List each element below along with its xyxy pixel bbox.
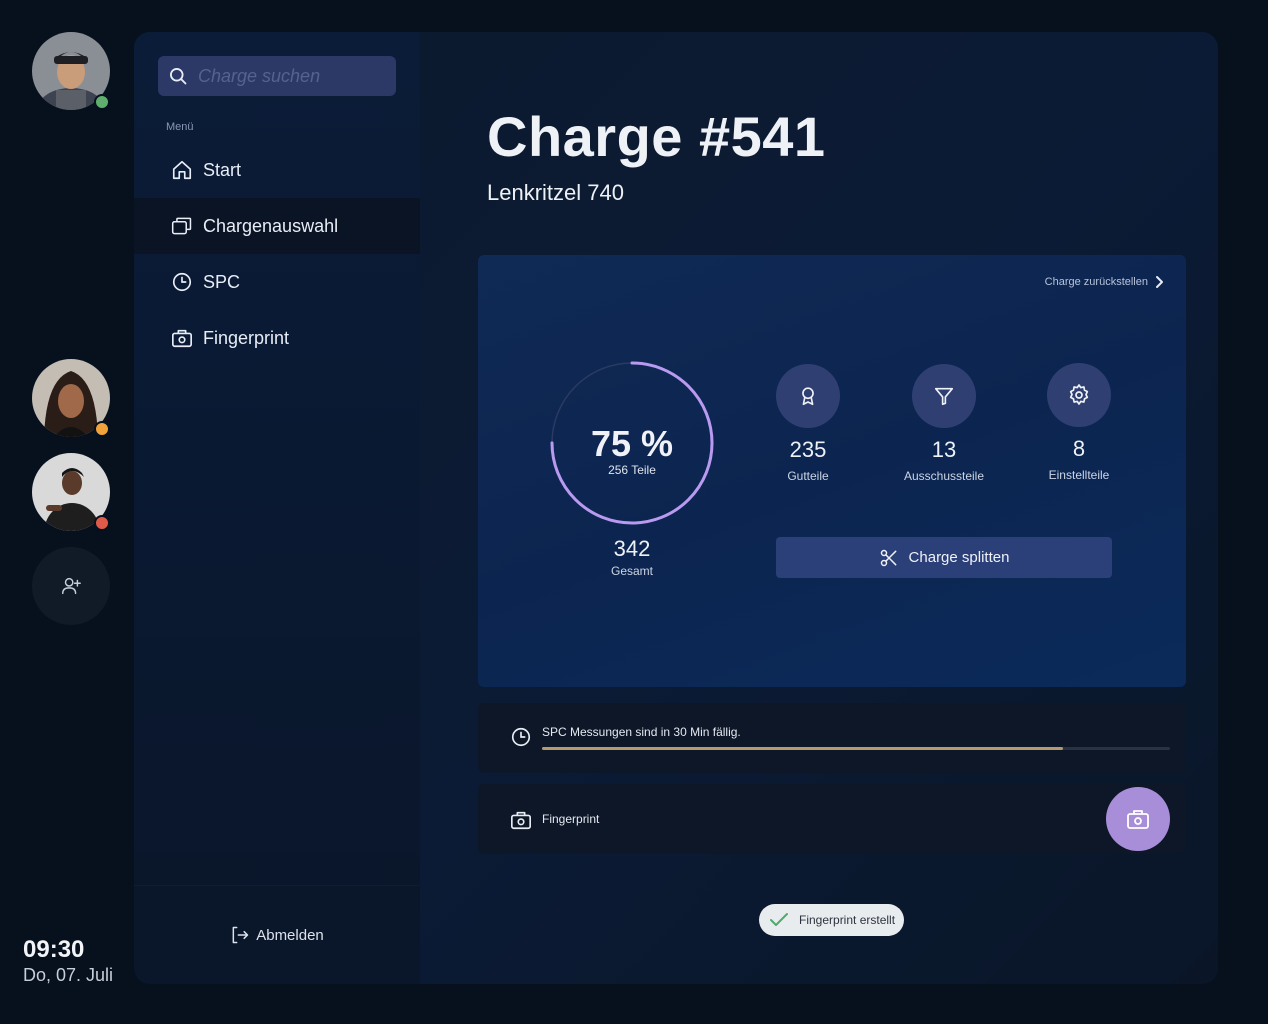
success-toast: Fingerprint erstellt xyxy=(759,904,905,936)
avatar-user-3[interactable] xyxy=(32,453,110,531)
stat-value: 8 xyxy=(1072,436,1086,461)
camera-icon xyxy=(510,809,532,831)
sidebar-item-label: Chargenauswahl xyxy=(203,215,339,236)
award-icon xyxy=(776,364,840,428)
sidebar-item-label: Start xyxy=(203,159,242,180)
camera-icon xyxy=(171,327,193,349)
progress-parts: 256 Teile xyxy=(608,463,656,477)
progress-percent: 75 % xyxy=(590,423,674,464)
sidebar-item-label: SPC xyxy=(203,271,241,292)
search-icon xyxy=(170,68,187,85)
spc-progress-bar xyxy=(542,747,1170,750)
stat-label: Ausschussteile xyxy=(903,469,985,483)
charge-overview-card: Charge zurückstellen 75 % 256 Teile 342 … xyxy=(478,255,1186,687)
capture-fingerprint-button[interactable] xyxy=(1106,787,1170,851)
filter-icon xyxy=(912,364,976,428)
split-charge-label: Charge splitten xyxy=(908,549,1010,566)
avatar-user-1[interactable] xyxy=(32,32,110,110)
stat-einstellteile: 8 Einstellteile xyxy=(1024,363,1134,482)
sidebar-item-fingerprint[interactable]: Fingerprint xyxy=(134,310,420,366)
search-box[interactable] xyxy=(158,56,396,96)
total-value: 342 xyxy=(613,536,651,561)
clock: 09:30 Do, 07. Juli xyxy=(23,937,113,986)
spc-message: SPC Messungen sind in 30 Min fällig. xyxy=(542,725,741,739)
add-user-button[interactable] xyxy=(32,547,110,625)
sidebar-item-start[interactable]: Start xyxy=(134,142,420,198)
avatar-user-2[interactable] xyxy=(32,359,110,437)
camera-icon xyxy=(1127,810,1149,829)
menu-title: Menü xyxy=(166,121,194,133)
page-title: Charge #541 xyxy=(487,105,826,168)
clock-icon xyxy=(171,271,193,293)
user-plus-icon xyxy=(62,577,81,595)
gear-icon xyxy=(1047,363,1111,427)
stat-label: Einstellteile xyxy=(1048,468,1110,482)
sidebar-item-spc[interactable]: SPC xyxy=(134,254,420,310)
fingerprint-row: Fingerprint xyxy=(478,784,1186,854)
check-icon xyxy=(769,912,789,928)
fingerprint-label: Fingerprint xyxy=(542,812,600,826)
logout-label: Abmelden xyxy=(256,926,324,944)
busy-status-dot xyxy=(94,515,110,531)
total-label: Gesamt xyxy=(610,564,653,578)
sidebar: Menü Start Chargenauswahl SPC Fingerprin… xyxy=(134,32,420,984)
sidebar-item-chargenauswahl[interactable]: Chargenauswahl xyxy=(134,198,420,254)
logout-button[interactable]: Abmelden xyxy=(134,885,420,984)
logout-icon xyxy=(230,925,250,945)
stat-ausschussteile: 13 Ausschussteile xyxy=(889,364,999,483)
spc-progress-fill xyxy=(542,747,1064,750)
clock-date: Do, 07. Juli xyxy=(23,965,114,985)
sidebar-item-label: Fingerprint xyxy=(203,327,290,348)
stat-value: 13 xyxy=(931,437,957,462)
page-subtitle: Lenkritzel 740 xyxy=(487,180,624,205)
clock-time: 09:30 xyxy=(23,936,85,963)
reset-charge-label: Charge zurückstellen xyxy=(1044,276,1148,288)
progress-ring-label: 75 % 256 Teile xyxy=(548,359,716,527)
app-window: Menü Start Chargenauswahl SPC Fingerprin… xyxy=(134,32,1218,984)
spc-reminder-row: SPC Messungen sind in 30 Min fällig. xyxy=(478,703,1186,773)
home-icon xyxy=(171,159,193,181)
stat-label: Gutteile xyxy=(787,469,829,483)
stat-value: 235 xyxy=(789,437,827,462)
stat-gutteile: 235 Gutteile xyxy=(753,364,863,483)
total-count: 342 Gesamt xyxy=(548,536,716,578)
clock-icon xyxy=(510,726,532,748)
scissors-icon xyxy=(879,548,899,568)
toast-message: Fingerprint erstellt xyxy=(799,913,896,927)
search-input[interactable] xyxy=(198,65,378,87)
reset-charge-link[interactable]: Charge zurückstellen xyxy=(1045,275,1164,289)
split-charge-button[interactable]: Charge splitten xyxy=(776,537,1112,578)
away-status-dot xyxy=(94,421,110,437)
windows-icon xyxy=(171,215,193,237)
chevron-right-icon xyxy=(1154,275,1164,289)
online-status-dot xyxy=(94,94,110,110)
